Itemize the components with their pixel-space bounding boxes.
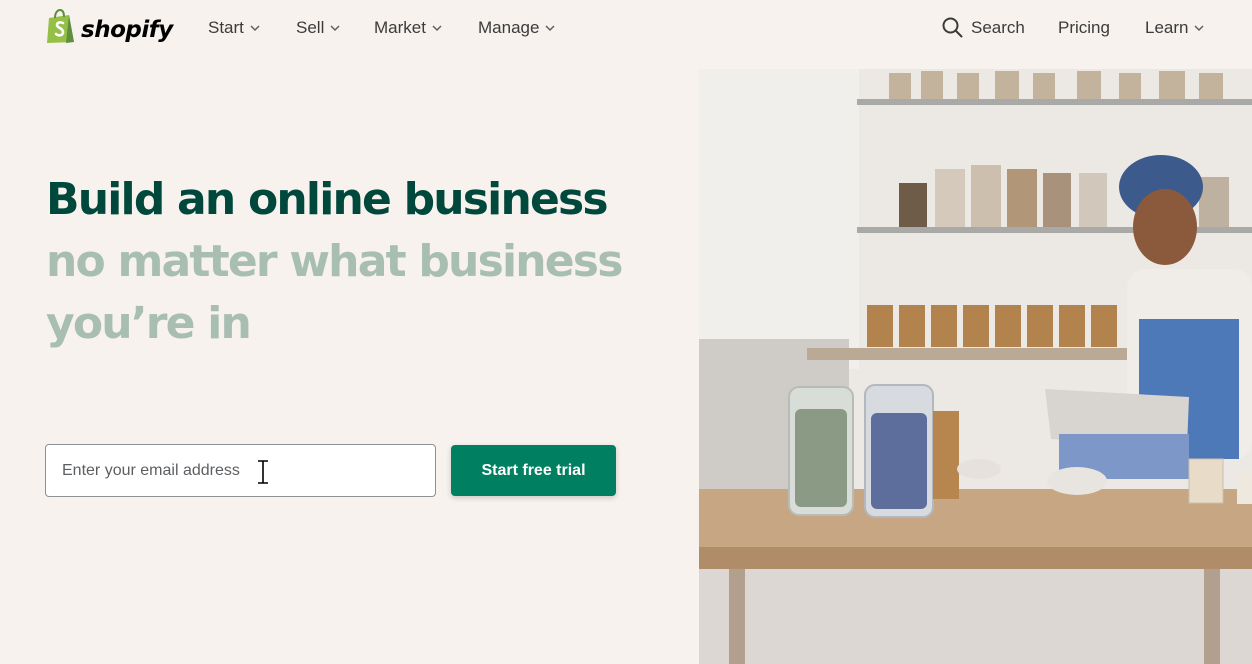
hero-headline: Build an online business [46,174,609,225]
nav-menu-label: Sell [296,18,325,37]
shopify-bag-icon [45,8,77,50]
top-navigation: shopify Start Sell Market Manage Search … [0,0,1252,58]
start-free-trial-button[interactable]: Start free trial [451,445,616,496]
search-icon [942,17,963,38]
nav-menu-label: Start [208,18,244,37]
nav-menu-market[interactable]: Market [374,18,442,38]
shopify-logo[interactable]: shopify [45,8,173,50]
brand-name: shopify [81,16,173,43]
hero-subheadline-line2: you’re in [46,298,252,349]
shopify-homepage: shopify Start Sell Market Manage Search … [0,0,1252,664]
nav-menu-label: Manage [478,18,540,37]
pricing-label: Pricing [1058,18,1110,37]
nav-menu-sell[interactable]: Sell [296,18,340,38]
search-label: Search [971,17,1025,37]
chevron-down-icon [1194,25,1205,32]
nav-link-pricing[interactable]: Pricing [1058,18,1110,38]
chevron-down-icon [545,25,555,32]
search-button[interactable]: Search [942,17,1025,38]
nav-menu-label: Market [374,18,426,37]
chevron-down-icon [250,25,260,32]
chevron-down-icon [330,25,340,32]
nav-menu-learn[interactable]: Learn [1145,18,1205,38]
chevron-down-icon [432,25,442,32]
nav-menu-label: Learn [1145,18,1189,37]
hero-image [699,69,1252,664]
nav-menu-manage[interactable]: Manage [478,18,555,38]
hero-subheadline-line1: no matter what business [46,236,623,287]
email-input[interactable] [45,444,436,497]
nav-menu-start[interactable]: Start [208,18,260,38]
